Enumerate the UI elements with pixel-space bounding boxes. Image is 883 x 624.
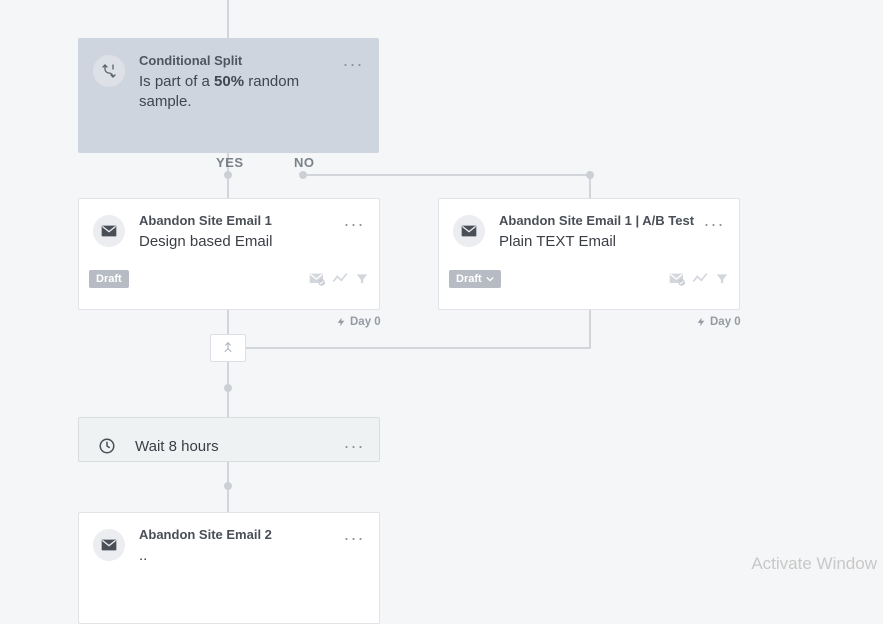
connector-dot: [224, 384, 232, 392]
status-badge: Draft: [89, 270, 129, 288]
connector-dot: [299, 171, 307, 179]
wait-text: Wait 8 hours: [135, 438, 335, 455]
node-menu-button[interactable]: ···: [703, 213, 725, 235]
connector-dot: [586, 171, 594, 179]
join-node[interactable]: [210, 334, 246, 362]
node-wait[interactable]: Wait 8 hours ···: [78, 417, 380, 462]
mail-stats-icon[interactable]: [669, 272, 685, 286]
email-icon: [93, 529, 125, 561]
analytics-icon[interactable]: [332, 272, 348, 286]
filter-icon[interactable]: [355, 272, 369, 286]
email-2-title: Abandon Site Email 2: [139, 527, 335, 542]
node-menu-button[interactable]: ···: [343, 527, 365, 549]
node-email-1[interactable]: Abandon Site Email 1 Design based Email …: [78, 198, 380, 310]
email-1-title: Abandon Site Email 1: [139, 213, 335, 228]
split-icon: [93, 55, 125, 87]
filter-icon[interactable]: [715, 272, 729, 286]
node-email-1-ab[interactable]: Abandon Site Email 1 | A/B Test Plain TE…: [438, 198, 740, 310]
node-email-2[interactable]: Abandon Site Email 2 .. ···: [78, 512, 380, 624]
connector-dot: [224, 171, 232, 179]
watermark-text: Activate Window: [751, 554, 877, 574]
merge-icon: [221, 341, 235, 355]
email-icon: [93, 215, 125, 247]
node-menu-button[interactable]: ···: [343, 435, 365, 457]
day-label: Day 0: [696, 316, 741, 328]
email-1-desc: Design based Email: [139, 232, 335, 252]
email-1-ab-desc: Plain TEXT Email: [499, 232, 695, 252]
node-conditional-split[interactable]: Conditional Split Is part of a 50% rando…: [78, 38, 379, 153]
node-menu-button[interactable]: ···: [342, 53, 364, 75]
split-desc: Is part of a 50% random sample.: [139, 72, 334, 113]
connector-dot: [224, 482, 232, 490]
email-1-ab-title: Abandon Site Email 1 | A/B Test: [499, 213, 695, 228]
branch-no-label: NO: [294, 155, 315, 170]
split-title: Conditional Split: [139, 53, 334, 68]
branch-yes-label: YES: [216, 155, 244, 170]
email-icon: [453, 215, 485, 247]
status-badge-dropdown[interactable]: Draft: [449, 270, 501, 288]
analytics-icon[interactable]: [692, 272, 708, 286]
email-2-desc: ..: [139, 546, 335, 566]
clock-icon: [93, 432, 121, 460]
chevron-down-icon: [486, 276, 494, 282]
node-menu-button[interactable]: ···: [343, 213, 365, 235]
day-label: Day 0: [336, 316, 381, 328]
mail-stats-icon[interactable]: [309, 272, 325, 286]
